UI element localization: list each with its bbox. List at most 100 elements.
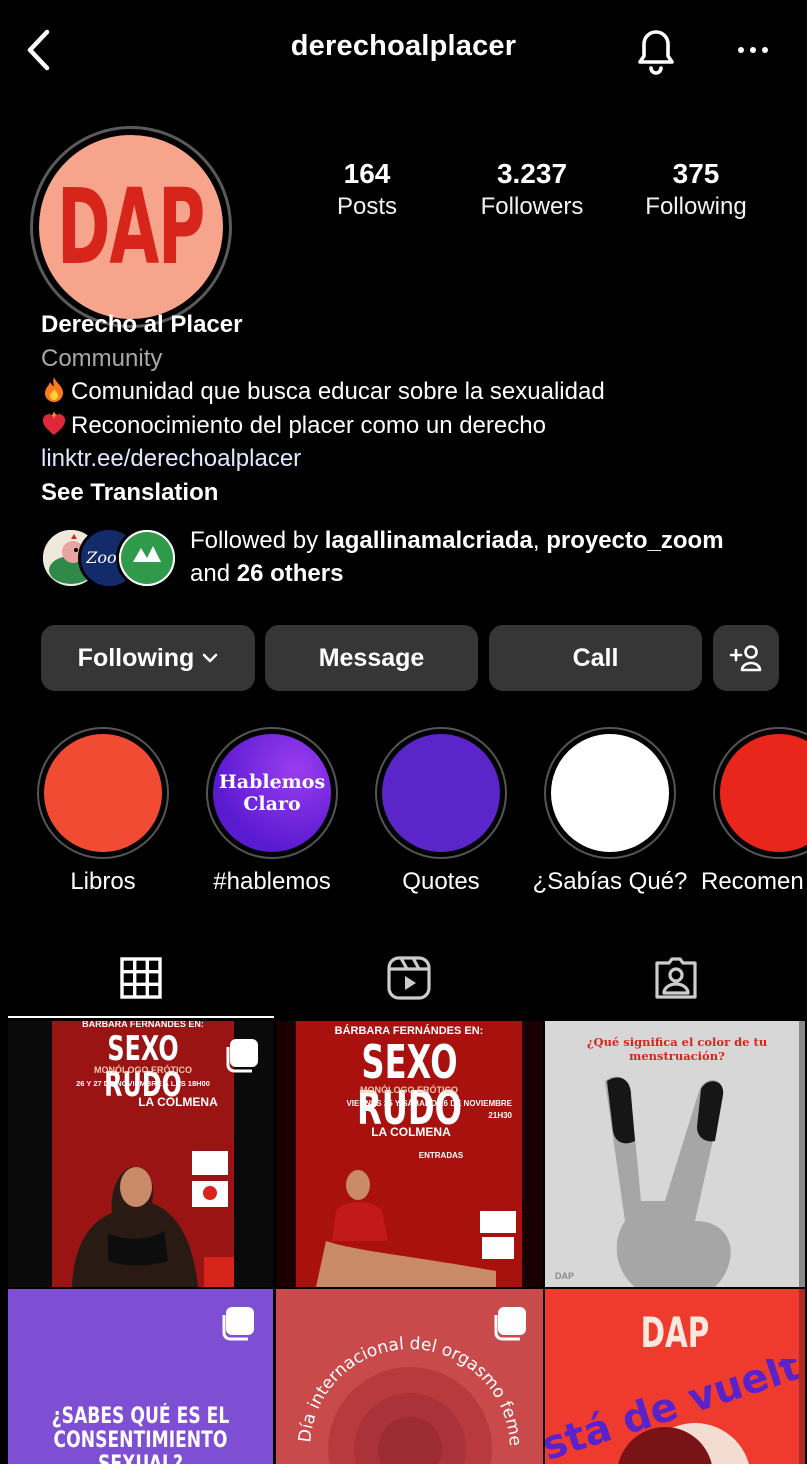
profile-display-name: Derecho al Placer bbox=[41, 311, 243, 338]
avatar-image: DAP bbox=[39, 135, 223, 319]
post-thumbnail[interactable]: DAP Está de vuelta bbox=[545, 1289, 805, 1464]
highlight-recomendaciones[interactable]: Recomen bbox=[701, 727, 807, 895]
message-button-label: Message bbox=[318, 643, 425, 672]
highlight-cover bbox=[44, 734, 162, 852]
post-thumbnail[interactable]: BÁRBARA FERNÁNDES EN: SEXO RUDO MONÓLOGO… bbox=[8, 1021, 273, 1287]
avatar-logo-text: DAP bbox=[57, 166, 206, 288]
highlight-cover bbox=[551, 734, 669, 852]
profile-avatar[interactable]: DAP bbox=[30, 126, 232, 328]
heart-on-fire-icon bbox=[42, 410, 66, 435]
post-artwork: Está de vuelta bbox=[545, 1359, 805, 1464]
bell-icon bbox=[638, 30, 674, 75]
top-bar: derechoalplacer bbox=[0, 0, 807, 100]
post-brand: DAP bbox=[555, 1271, 575, 1281]
post-title-line2: CONSENTIMIENTO SEXUAL? bbox=[53, 1428, 228, 1464]
post-thumbnail[interactable]: BÁRBARA FERNÁNDES EN: SEXO RUDO MONÓLOGO… bbox=[276, 1021, 543, 1287]
followed-by-text[interactable]: Followed by lagallinamalcriada, proyecto… bbox=[190, 524, 790, 590]
highlight-cover: Hablemos Claro bbox=[213, 734, 331, 852]
active-tab-indicator bbox=[8, 1016, 274, 1018]
call-button-label: Call bbox=[572, 643, 619, 672]
tab-tagged[interactable] bbox=[544, 938, 807, 1018]
highlight-label: Recomen bbox=[701, 868, 804, 895]
highlight-ring bbox=[375, 727, 507, 859]
tagged-person-icon bbox=[654, 957, 697, 999]
poster-subtitle: MONÓLOGO ERÓTICO bbox=[360, 1085, 458, 1095]
post-photo-hand bbox=[605, 1076, 731, 1287]
profile-username: derechoalplacer bbox=[290, 30, 517, 62]
dot-icon bbox=[738, 47, 744, 53]
following-label: Following bbox=[645, 193, 747, 220]
cover-text-line2: Claro bbox=[243, 793, 301, 815]
poster-date: 26 Y 27 DE NOVIEMBRE A LAS 18H00 bbox=[76, 1079, 210, 1088]
poster-pretitle: BÁRBARA FERNÁNDES EN: bbox=[82, 1021, 204, 1029]
stat-following[interactable]: 375 Following bbox=[632, 158, 760, 224]
profile-category: Community bbox=[41, 344, 163, 372]
post-title: ¿SABES QUÉ ES EL CONSENTIMIENTO SEXUAL? bbox=[22, 1405, 260, 1464]
separator: , bbox=[532, 527, 547, 554]
followed-by-avatars[interactable]: Zoom bbox=[40, 527, 180, 591]
poster-time: 21H30 bbox=[488, 1111, 512, 1120]
highlight-label: ¿Sabías Qué? bbox=[532, 868, 688, 895]
see-translation-link[interactable]: See Translation bbox=[41, 476, 781, 510]
profile-link[interactable]: linktr.ee/derechoalplacer bbox=[41, 442, 781, 476]
post-thumbnail[interactable]: ¿SABES QUÉ ES EL CONSENTIMIENTO SEXUAL? bbox=[8, 1289, 273, 1464]
stat-followers[interactable]: 3.237 Followers bbox=[462, 158, 602, 224]
posts-count: 164 bbox=[343, 158, 391, 189]
suggested-users-button[interactable] bbox=[713, 625, 779, 691]
bio-line: Reconocimiento del placer como un derech… bbox=[41, 409, 781, 443]
post-thumbnail[interactable]: Día internacional del orgasmo femenino bbox=[276, 1289, 543, 1464]
post-edge bbox=[799, 1021, 805, 1287]
highlight-ring bbox=[37, 727, 169, 859]
poster-date: VIERNES 25 Y SÁBADO 26 DE NOVIEMBRE bbox=[346, 1099, 512, 1108]
stat-posts[interactable]: 164 Posts bbox=[318, 158, 416, 224]
cover-text-line1: Hablemos bbox=[218, 771, 326, 793]
message-button[interactable]: Message bbox=[265, 625, 478, 691]
followers-count: 3.237 bbox=[496, 158, 568, 189]
highlight-cover bbox=[720, 734, 807, 852]
followed-by-and: and bbox=[190, 560, 237, 587]
multiple-posts-icon bbox=[494, 1307, 526, 1341]
highlight-quotes[interactable]: Quotes bbox=[375, 727, 507, 895]
following-button[interactable]: Following bbox=[41, 625, 255, 691]
notifications-button[interactable] bbox=[628, 22, 684, 78]
dot-icon bbox=[750, 47, 756, 53]
tab-posts-grid[interactable] bbox=[8, 938, 274, 1018]
fire-icon bbox=[45, 377, 63, 402]
followed-by-others: 26 others bbox=[236, 560, 344, 587]
poster-subtitle: MONÓLOGO ERÓTICO bbox=[94, 1065, 192, 1075]
highlight-hablemos[interactable]: Hablemos Claro #hablemos bbox=[206, 727, 338, 895]
tab-reels[interactable] bbox=[274, 938, 544, 1018]
multiple-posts-icon bbox=[226, 1039, 258, 1073]
add-user-icon bbox=[729, 645, 762, 672]
chevron-down-icon bbox=[203, 653, 218, 663]
post-thumbnail[interactable]: ¿Qué significa el color de tu menstruaci… bbox=[545, 1021, 805, 1287]
highlight-cover-text: Hablemos Claro bbox=[219, 771, 325, 815]
more-options-button[interactable] bbox=[728, 28, 778, 72]
followers-label: Followers bbox=[480, 193, 584, 220]
poster-photo bbox=[316, 1170, 516, 1287]
call-button[interactable]: Call bbox=[489, 625, 702, 691]
poster-venue: LA COLMENA bbox=[371, 1125, 451, 1139]
poster-venue: LA COLMENA bbox=[138, 1095, 218, 1109]
reels-icon bbox=[387, 956, 431, 1000]
bio-line-2: Reconocimiento del placer como un derech… bbox=[71, 411, 546, 439]
highlight-sabias-que[interactable]: ¿Sabías Qué? bbox=[533, 727, 687, 895]
grid-icon bbox=[120, 957, 162, 999]
highlight-libros[interactable]: Libros bbox=[37, 727, 169, 895]
mutual-follower-1: lagallinamalcriada bbox=[324, 527, 533, 554]
profile-tabs bbox=[0, 938, 807, 1020]
dot-icon bbox=[762, 47, 768, 53]
post-title-line1: ¿SABES QUÉ ES EL bbox=[51, 1404, 230, 1429]
multiple-posts-icon bbox=[222, 1307, 254, 1341]
dap-badge bbox=[204, 1257, 234, 1287]
following-button-label: Following bbox=[77, 643, 195, 672]
follower-avatar bbox=[116, 527, 178, 589]
mutual-follower-2: proyecto_zoom bbox=[546, 527, 724, 554]
posts-label: Posts bbox=[336, 193, 398, 220]
post-brand: DAP bbox=[640, 1308, 710, 1357]
poster-entries: ENTRADAS bbox=[418, 1151, 464, 1160]
posts-grid: BÁRBARA FERNÁNDES EN: SEXO RUDO MONÓLOGO… bbox=[8, 1021, 805, 1464]
highlight-ring bbox=[544, 727, 676, 859]
post-edge bbox=[799, 1289, 805, 1464]
highlight-ring bbox=[713, 727, 807, 859]
